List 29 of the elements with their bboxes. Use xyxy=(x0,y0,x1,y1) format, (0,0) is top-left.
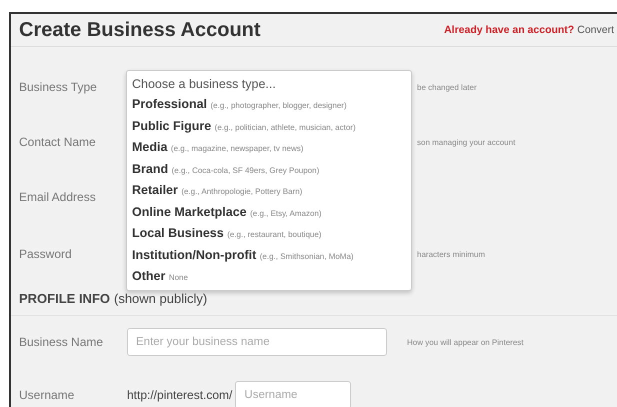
field-label: Business Type xyxy=(19,80,98,94)
field-hint: be changed later xyxy=(417,82,477,92)
dropdown-option[interactable]: Media (e.g., magazine, newspaper, tv news) xyxy=(127,137,411,158)
field-label: Contact Name xyxy=(19,135,97,149)
dropdown-option[interactable]: Professional (e.g., photographer, blogger, designer) xyxy=(127,94,411,116)
field-label: Email Address xyxy=(19,190,97,204)
dropdown-option[interactable]: Public Figure (e.g., politician, athlete, musician, actor) xyxy=(127,116,411,137)
section-note: (shown publicly) xyxy=(114,291,208,306)
username-field[interactable]: Username xyxy=(235,381,352,407)
field-hint: haracters minimum xyxy=(417,250,486,258)
field-hint: How you will appear on Pinterest xyxy=(407,338,524,346)
dropdown-option[interactable]: Retailer (e.g., Anthropologie, Pottery Barn) xyxy=(127,180,411,202)
business-name-field[interactable]: Enter your business name xyxy=(127,328,387,356)
dropdown-option[interactable]: Brand (e.g., Coca-cola, SF 49ers, Grey Poupon) xyxy=(127,158,411,180)
field-hint: son managing your account xyxy=(417,138,516,146)
dropdown-prompt[interactable]: Choose a business type... xyxy=(127,74,411,94)
dropdown-option[interactable]: Other None xyxy=(127,266,411,288)
convert-link[interactable]: Convert xyxy=(577,24,614,36)
section-heading: PROFILE INFO xyxy=(19,291,110,306)
url-prefix: http://pinterest.com/ xyxy=(127,388,232,402)
dropdown-option[interactable]: Local Business (e.g., restaurant, boutique) xyxy=(127,223,411,244)
field-label: Username xyxy=(19,388,76,402)
dropdown-option[interactable]: Online Marketplace (e.g., Etsy, Amazon) xyxy=(127,202,411,223)
page-title: Create Business Account xyxy=(19,18,261,42)
dropdown-option[interactable]: Institution/Non-profit (e.g., Smithsonian, MoMa) xyxy=(127,244,411,266)
field-label: Password xyxy=(19,247,73,261)
business-type-dropdown[interactable] xyxy=(126,70,412,290)
field-label: Business Name xyxy=(19,335,104,349)
login-link[interactable]: Already have an account? xyxy=(444,24,574,36)
